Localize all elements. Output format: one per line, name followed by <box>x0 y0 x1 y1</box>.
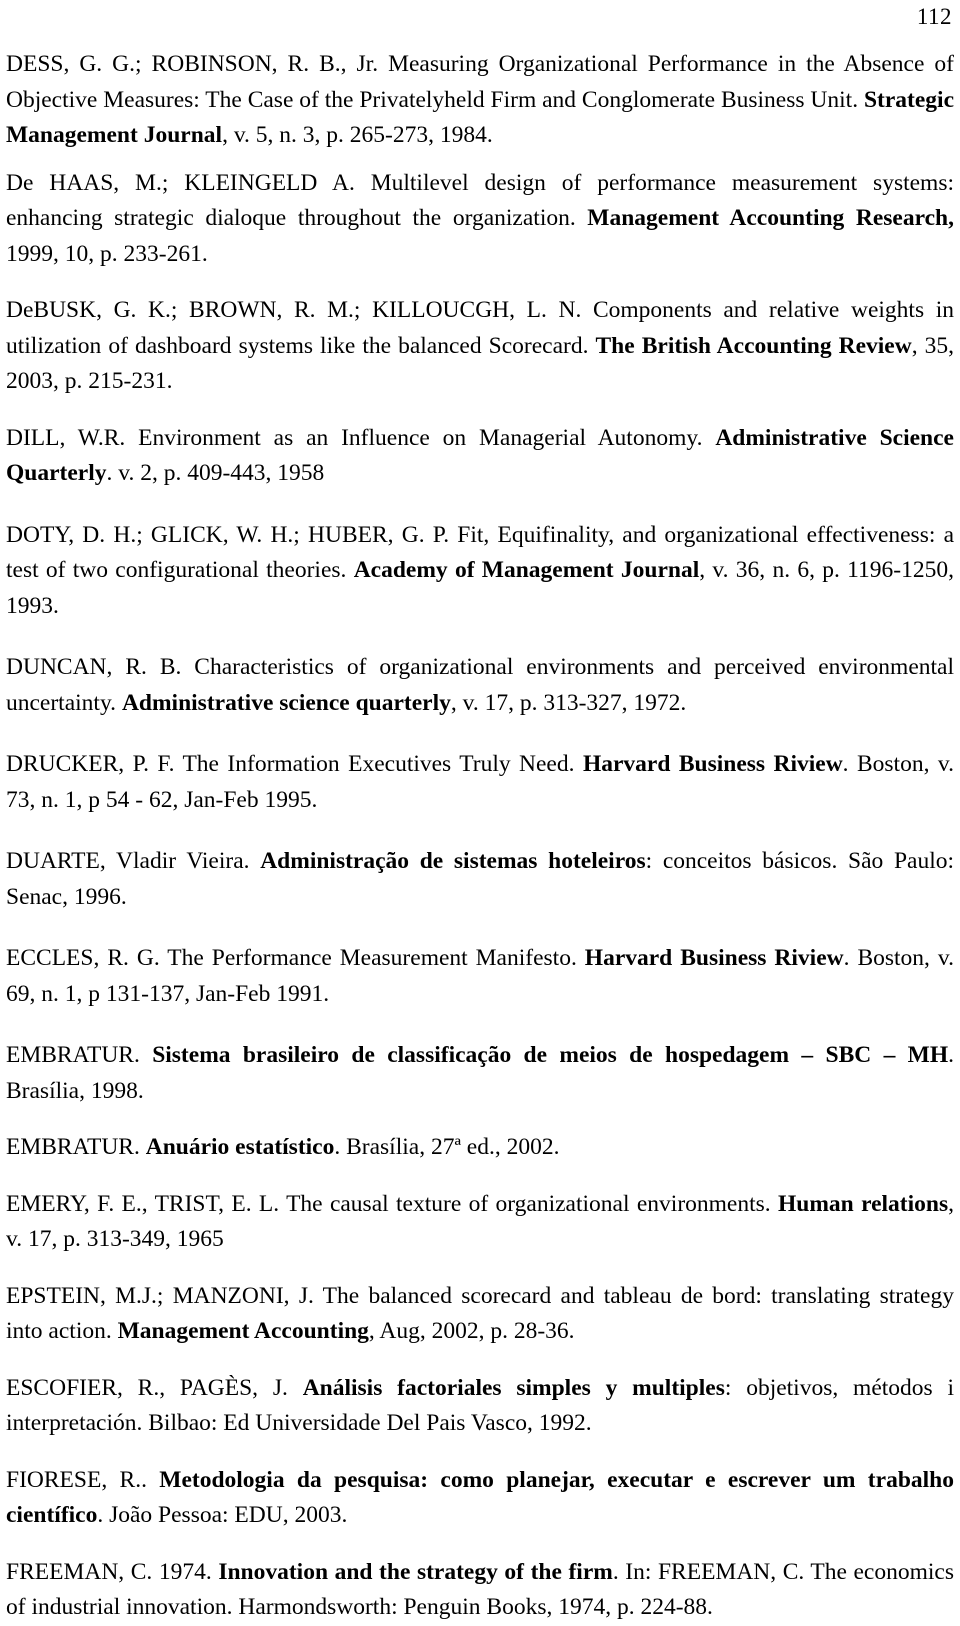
reference-entry: De HAAS, M.; KLEINGELD A. Multilevel des… <box>6 166 956 273</box>
reference-text: EMBRATUR. <box>6 1134 146 1160</box>
reference-entry: DRUCKER, P. F. The Information Executive… <box>6 747 956 818</box>
reference-text: EMERY, F. E., TRIST, E. L. The causal te… <box>6 1190 778 1217</box>
reference-list: DESS, G. G.; ROBINSON, R. B., Jr. Measur… <box>6 47 956 1626</box>
reference-title-bold: Anuário estatístico <box>145 1134 335 1160</box>
reference-text: , v. 5, n. 3, p. 265-273, 1984. <box>222 122 493 148</box>
reference-text: . João Pessoa: EDU, 2003. <box>97 1502 348 1528</box>
page-number: 112 <box>916 4 952 29</box>
reference-title-bold: Harvard Business Riview <box>584 945 844 971</box>
reference-title-bold: Human relations <box>778 1190 949 1217</box>
reference-entry: EMBRATUR. Sistema brasileiro de classifi… <box>6 1038 956 1109</box>
reference-entry: DUNCAN, R. B. Characteristics of organiz… <box>6 650 956 721</box>
reference-entry: ECCLES, R. G. The Performance Measuremen… <box>6 941 956 1012</box>
reference-entry: FREEMAN, C. 1974. Innovation and the str… <box>6 1555 956 1626</box>
reference-entry: EMERY, F. E., TRIST, E. L. The causal te… <box>6 1187 956 1258</box>
reference-text: 1999, 10, p. 233-261. <box>6 240 208 267</box>
reference-title-bold: Academy of Management Journal <box>353 557 700 583</box>
reference-entry: EMBRATUR. Anuário estatístico. Brasília,… <box>6 1130 956 1166</box>
reference-entry: DESS, G. G.; ROBINSON, R. B., Jr. Measur… <box>6 47 956 154</box>
reference-title-bold: Sistema brasileiro de classificação de m… <box>152 1042 949 1068</box>
reference-entry: DeBUSK, G. K.; BROWN, R. M.; KILLOUCGH, … <box>6 293 956 400</box>
reference-title-bold: Management Accounting <box>117 1318 369 1344</box>
reference-text: , Aug, 2002, p. 28-36. <box>368 1318 575 1344</box>
reference-title-bold: Administrative science quarterly <box>121 689 451 716</box>
reference-title-bold: Análisis factoriales simples y multiples <box>302 1374 725 1401</box>
reference-text: . v. 2, p. 409-443, 1958 <box>106 460 325 486</box>
reference-title-bold: Administração de sistemas hoteleiros <box>260 848 646 874</box>
reference-text: ESCOFIER, R., PAGÈS, J. <box>6 1374 303 1401</box>
reference-text: FREEMAN, C. 1974. <box>6 1558 219 1585</box>
reference-text: DUARTE, Vladir Vieira. <box>6 848 261 874</box>
reference-entry: EPSTEIN, M.J.; MANZONI, J. The balanced … <box>6 1279 956 1350</box>
reference-text: DESS, G. G.; ROBINSON, R. B., Jr. Measur… <box>6 51 954 113</box>
reference-text: . Brasília, 27ª ed., 2002. <box>334 1134 560 1160</box>
reference-entry: DOTY, D. H.; GLICK, W. H.; HUBER, G. P. … <box>6 518 956 625</box>
reference-text: DILL, W.R. Environment as an Influence o… <box>6 424 716 451</box>
reference-title-bold: Innovation and the strategy of the firm <box>218 1558 613 1585</box>
reference-entry: DILL, W.R. Environment as an Influence o… <box>6 421 956 492</box>
reference-text: , v. 17, p. 313-327, 1972. <box>450 689 687 716</box>
reference-text: DRUCKER, P. F. The Information Executive… <box>6 751 583 777</box>
reference-title-bold: Management Accounting Research, <box>587 205 954 231</box>
document-page: 112 DESS, G. G.; ROBINSON, R. B., Jr. Me… <box>0 0 960 1620</box>
reference-title-bold: The British Accounting Review <box>595 332 912 359</box>
reference-text: FIORESE, R.. <box>6 1466 160 1493</box>
reference-entry: ESCOFIER, R., PAGÈS, J. Análisis factori… <box>6 1371 956 1442</box>
reference-title-bold: Harvard Business Riview <box>582 751 843 777</box>
reference-text: EMBRATUR. <box>6 1042 153 1068</box>
reference-entry: DUARTE, Vladir Vieira. Administração de … <box>6 844 956 915</box>
reference-text: ECCLES, R. G. The Performance Measuremen… <box>6 945 585 971</box>
